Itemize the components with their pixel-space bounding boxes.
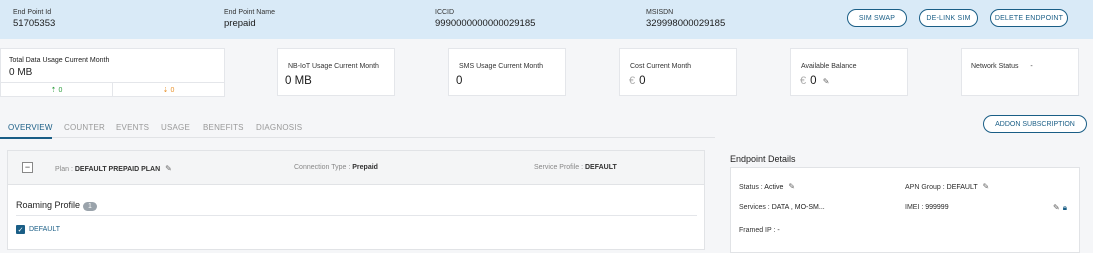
tab-diagnosis[interactable]: DIAGNOSIS	[256, 123, 302, 132]
cost-value: 0	[639, 75, 646, 87]
sim-swap-button[interactable]: SIM SWAP	[847, 9, 907, 27]
services-field: Services : DATA , MO-SM...	[739, 204, 825, 211]
connection-type-field: Connection Type : Prepaid	[294, 164, 378, 171]
status-value: Active	[764, 184, 784, 191]
delink-sim-button[interactable]: DE-LINK SIM	[919, 9, 978, 27]
iccid-value: 9990000000000029185	[435, 18, 536, 29]
upload-value: 0	[58, 86, 63, 94]
status-label: Status :	[739, 184, 763, 191]
total-data-usage-value: 0 MB	[9, 67, 33, 78]
connection-type-label: Connection Type :	[294, 164, 351, 171]
plan-value: DEFAULT PREPAID PLAN	[74, 166, 161, 173]
plan-panel-header: − Plan : DEFAULT PREPAID PLAN ✎ Connecti…	[8, 151, 704, 185]
tab-bar: OVERVIEW COUNTER EVENTS USAGE BENEFITS D…	[0, 118, 715, 138]
msisdn-field: MSISDN 329998000029185	[646, 9, 725, 29]
endpoint-id-label: End Point Id	[13, 9, 52, 16]
checkbox-icon[interactable]: ✓	[16, 225, 25, 234]
roaming-count-badge: 1	[83, 202, 97, 211]
active-tab-indicator	[0, 137, 52, 139]
cost-card: Cost Current Month €0	[619, 48, 737, 96]
apn-group-label: APN Group :	[905, 184, 945, 191]
imei-value: 999999	[925, 204, 949, 211]
plan-label: Plan :	[55, 166, 73, 173]
collapse-toggle[interactable]: −	[22, 162, 33, 173]
network-status-card: Network Status -	[961, 48, 1079, 96]
nbiot-usage-label: NB-IoT Usage Current Month	[288, 63, 379, 70]
pencil-icon[interactable]: ✎	[1053, 203, 1060, 213]
services-label: Services :	[739, 204, 770, 211]
network-status-row: Network Status -	[971, 63, 1033, 70]
endpoint-name-label: End Point Name	[224, 9, 275, 16]
tab-events[interactable]: EVENTS	[116, 123, 149, 132]
pencil-icon[interactable]: ✎	[823, 77, 830, 86]
iccid-field: ICCID 9990000000000029185	[435, 9, 535, 29]
available-balance-card: Available Balance €0 ✎	[790, 48, 908, 96]
plan-panel: − Plan : DEFAULT PREPAID PLAN ✎ Connecti…	[7, 150, 705, 250]
framed-ip-label: Framed IP :	[739, 227, 776, 234]
imei-actions: ✎ 🔒︎	[1053, 203, 1067, 213]
msisdn-value: 329998000029185	[646, 18, 726, 29]
upload-arrow-icon: ⇡	[50, 87, 57, 94]
tab-overview[interactable]: OVERVIEW	[8, 123, 53, 132]
connection-type-value: Prepaid	[352, 164, 378, 171]
tab-benefits[interactable]: BENEFITS	[203, 123, 244, 132]
iccid-label: ICCID	[435, 9, 455, 16]
imei-field: IMEI : 999999	[905, 204, 949, 211]
endpoint-name-value: prepaid	[224, 18, 256, 29]
sms-usage-label: SMS Usage Current Month	[459, 63, 544, 70]
sms-usage-value: 0	[456, 75, 463, 87]
network-status-label: Network Status	[971, 63, 1019, 70]
addon-subscription-button[interactable]: ADDON SUBSCRIPTION	[983, 115, 1087, 133]
lock-icon[interactable]: 🔒︎	[1063, 203, 1067, 213]
available-balance-value: 0	[810, 75, 817, 87]
delete-endpoint-button[interactable]: DELETE ENDPOINT	[990, 9, 1068, 27]
endpoint-details-title: Endpoint Details	[730, 154, 796, 164]
download-arrow-icon: ⇣	[162, 87, 169, 94]
currency-symbol: €	[800, 75, 807, 87]
endpoint-id-value: 51705353	[13, 18, 56, 29]
status-field: Status : Active ✎	[739, 182, 795, 191]
endpoint-name-field: End Point Name prepaid	[224, 9, 275, 29]
sms-usage-card: SMS Usage Current Month 0	[448, 48, 566, 96]
roaming-profile-title: Roaming Profile	[16, 200, 81, 210]
network-status-value: -	[1030, 63, 1033, 70]
cost-value-row: €0	[629, 75, 646, 87]
services-value: DATA , MO-SM...	[771, 204, 825, 211]
pencil-icon[interactable]: ✎	[982, 182, 989, 191]
roaming-item-label: DEFAULT	[29, 226, 60, 233]
service-profile-value: DEFAULT	[584, 164, 617, 171]
service-profile-field: Service Profile : DEFAULT	[534, 164, 617, 171]
available-balance-row: €0 ✎	[800, 75, 829, 87]
endpoint-details-panel: Status : Active ✎ APN Group : DEFAULT ✎ …	[730, 167, 1080, 253]
framed-ip-value: -	[777, 227, 780, 234]
imei-label: IMEI :	[905, 204, 924, 211]
plan-field: Plan : DEFAULT PREPAID PLAN ✎	[55, 164, 172, 173]
nbiot-usage-value: 0 MB	[285, 75, 312, 87]
download-value: 0	[170, 86, 175, 94]
currency-symbol: €	[629, 75, 636, 87]
service-profile-label: Service Profile :	[534, 164, 584, 171]
pencil-icon[interactable]: ✎	[165, 164, 172, 173]
apn-group-value: DEFAULT	[946, 184, 978, 191]
download-cell: ⇣ 0	[112, 83, 224, 97]
data-direction-row: ⇡ 0 ⇣ 0	[1, 82, 224, 97]
endpoint-id-field: End Point Id 51705353	[13, 9, 55, 29]
tab-counter[interactable]: COUNTER	[64, 123, 105, 132]
tab-usage[interactable]: USAGE	[161, 123, 190, 132]
divider	[16, 215, 697, 216]
endpoint-header: End Point Id 51705353 End Point Name pre…	[0, 0, 1093, 39]
total-data-usage-card: Total Data Usage Current Month 0 MB ⇡ 0 …	[0, 48, 225, 97]
upload-cell: ⇡ 0	[1, 83, 112, 97]
framed-ip-field: Framed IP : -	[739, 227, 780, 234]
pencil-icon[interactable]: ✎	[788, 182, 795, 191]
available-balance-label: Available Balance	[801, 63, 857, 70]
cost-label: Cost Current Month	[630, 63, 692, 70]
apn-group-field: APN Group : DEFAULT ✎	[905, 182, 989, 191]
roaming-item[interactable]: ✓ DEFAULT	[16, 225, 60, 234]
roaming-profile-heading: Roaming Profile 1	[16, 200, 97, 211]
total-data-usage-label: Total Data Usage Current Month	[9, 57, 110, 64]
nbiot-usage-card: NB-IoT Usage Current Month 0 MB	[277, 48, 395, 96]
msisdn-label: MSISDN	[646, 9, 674, 16]
